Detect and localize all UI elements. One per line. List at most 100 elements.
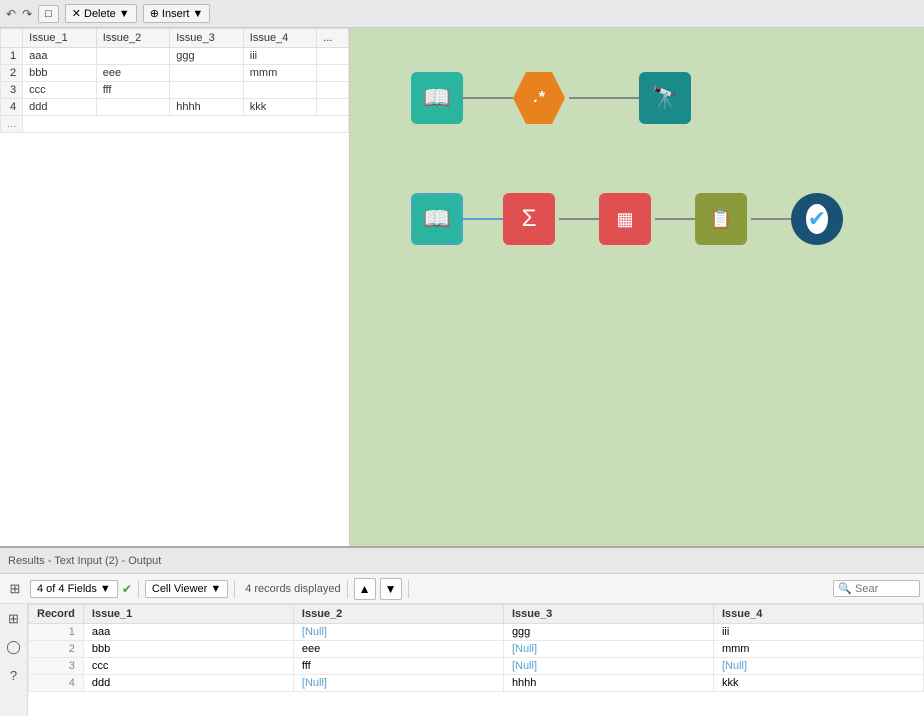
res-issue3-cell: [Null] — [503, 658, 713, 675]
main-toolbar: ↶ ↷ □ ✕ Delete ▼ ⊕ Insert ▼ — [0, 0, 924, 28]
main-area: Issue_1 Issue_2 Issue_3 Issue_4 ... 1 aa… — [0, 28, 924, 546]
separator-3 — [347, 580, 348, 598]
results-col-issue2: Issue_2 — [293, 605, 503, 624]
insert-icon: ⊕ — [150, 7, 159, 20]
search-input[interactable] — [855, 583, 915, 595]
res-issue2-cell: eee — [293, 641, 503, 658]
more-cell — [317, 65, 349, 82]
res-issue3-cell: ggg — [503, 624, 713, 641]
res-issue1-cell: bbb — [83, 641, 293, 658]
viewer-chevron: ▼ — [210, 583, 221, 595]
insert-button[interactable]: ⊕ Insert ▼ — [143, 4, 211, 23]
left-panel: Issue_1 Issue_2 Issue_3 Issue_4 ... 1 aa… — [0, 28, 350, 546]
res-issue1-cell: aaa — [83, 624, 293, 641]
binoculars-icon: 🔭 — [651, 85, 678, 111]
node-find[interactable]: 🔭 — [639, 72, 691, 124]
row-num-cell: 3 — [1, 82, 23, 99]
row-num-cell: ... — [1, 116, 23, 133]
save-button[interactable]: □ — [38, 5, 59, 23]
issue2-cell: fff — [96, 82, 170, 99]
viewer-button[interactable]: Cell Viewer ▼ — [145, 580, 228, 598]
row-num-cell: 1 — [1, 48, 23, 65]
row-num-header — [1, 29, 23, 48]
issue1-cell: ddd — [23, 99, 97, 116]
issue3-cell: ggg — [170, 48, 244, 65]
separator-1 — [138, 580, 139, 598]
table-row[interactable]: ... — [1, 116, 349, 133]
res-issue4-cell: mmm — [713, 641, 923, 658]
search-icon: 🔍 — [838, 582, 852, 595]
res-issue3-cell: [Null] — [503, 641, 713, 658]
row-num-cell: 4 — [1, 99, 23, 116]
col-header-issue3: Issue_3 — [170, 29, 244, 48]
col-header-issue1: Issue_1 — [23, 29, 97, 48]
node-summarize[interactable]: Σ — [503, 193, 555, 245]
results-header: Results - Text Input (2) - Output — [0, 548, 924, 574]
issue1-cell: bbb — [23, 65, 97, 82]
res-issue1-cell: ddd — [83, 675, 293, 692]
node-output[interactable]: ✔ — [791, 193, 843, 245]
scroll-down-button[interactable]: ▼ — [380, 578, 402, 600]
table-row[interactable]: 1 aaa [Null] ggg iii — [29, 624, 924, 641]
search-box: 🔍 — [833, 580, 920, 597]
res-issue4-cell: [Null] — [713, 658, 923, 675]
result-icon-table[interactable]: ⊞ — [3, 608, 25, 630]
fields-button[interactable]: 4 of 4 Fields ▼ — [30, 580, 118, 598]
browse-icon: 📋 — [710, 209, 732, 230]
table-row[interactable]: 1 aaa ggg iii — [1, 48, 349, 65]
results-body: ⊞ ◯ ? Record Issue_1 Issue_2 Issue_3 Iss… — [0, 604, 924, 716]
result-icon-profile[interactable]: ◯ — [3, 636, 25, 658]
separator-2 — [234, 580, 235, 598]
node-browse[interactable]: 📋 — [695, 193, 747, 245]
viewer-label: Cell Viewer — [152, 583, 207, 595]
rec-num-cell: 3 — [29, 658, 84, 675]
scroll-up-button[interactable]: ▲ — [354, 578, 376, 600]
row-num-cell: 2 — [1, 65, 23, 82]
node-regex[interactable]: .* — [513, 72, 565, 124]
delete-button[interactable]: ✕ Delete ▼ — [65, 4, 137, 23]
res-issue1-cell: ccc — [83, 658, 293, 675]
col-more-header: ... — [317, 29, 349, 48]
issue2-cell — [96, 99, 170, 116]
results-table: Record Issue_1 Issue_2 Issue_3 Issue_4 1… — [28, 604, 924, 692]
result-icon-help[interactable]: ? — [3, 664, 25, 686]
res-issue3-cell: hhhh — [503, 675, 713, 692]
results-col-issue3: Issue_3 — [503, 605, 713, 624]
results-icon-1[interactable]: ⊞ — [4, 578, 26, 600]
results-table-wrap: Record Issue_1 Issue_2 Issue_3 Issue_4 1… — [28, 604, 924, 716]
table-row[interactable]: 3 ccc fff [Null] [Null] — [29, 658, 924, 675]
table-row[interactable]: 4 ddd hhhh kkk — [1, 99, 349, 116]
separator-4 — [408, 580, 409, 598]
issue4-cell: iii — [243, 48, 317, 65]
table-row[interactable]: 3 ccc fff — [1, 82, 349, 99]
more-cell — [317, 99, 349, 116]
redo-icon[interactable]: ↷ — [22, 7, 32, 21]
sigma-icon: Σ — [522, 205, 537, 233]
res-issue2-cell: [Null] — [293, 675, 503, 692]
res-issue4-cell: iii — [713, 624, 923, 641]
table-icon: ▦ — [616, 209, 633, 230]
undo-icon[interactable]: ↶ — [6, 7, 16, 21]
table-row[interactable]: 2 bbb eee mmm — [1, 65, 349, 82]
res-issue2-cell: fff — [293, 658, 503, 675]
issue2-cell — [96, 48, 170, 65]
node-text-input-1[interactable]: 📖 — [411, 72, 463, 124]
results-title: Results - Text Input (2) - Output — [8, 555, 161, 567]
issue1-cell: ccc — [23, 82, 97, 99]
delete-chevron: ▼ — [119, 8, 130, 20]
table-row[interactable]: 2 bbb eee [Null] mmm — [29, 641, 924, 658]
insert-chevron: ▼ — [192, 8, 203, 20]
issue2-cell: eee — [96, 65, 170, 82]
delete-icon: ✕ — [72, 7, 81, 20]
book-icon-2: 📖 — [423, 206, 450, 232]
results-col-issue1: Issue_1 — [83, 605, 293, 624]
rec-num-cell: 4 — [29, 675, 84, 692]
node-table[interactable]: ▦ — [599, 193, 651, 245]
table-row[interactable]: 4 ddd [Null] hhhh kkk — [29, 675, 924, 692]
ellipsis-cell — [23, 116, 349, 133]
book-icon-1: 📖 — [423, 85, 450, 111]
res-issue2-cell: [Null] — [293, 624, 503, 641]
issue3-cell — [170, 65, 244, 82]
node-text-input-2[interactable]: 📖 — [411, 193, 463, 245]
save-icon: □ — [45, 8, 52, 20]
